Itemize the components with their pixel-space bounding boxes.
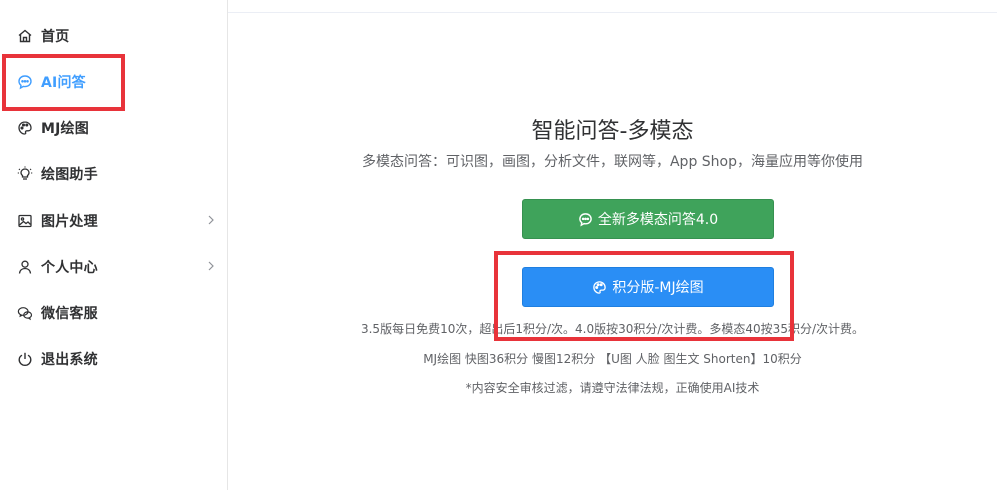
sidebar-item-ai-chat[interactable]: AI问答 xyxy=(0,59,228,105)
sidebar-item-logout[interactable]: 退出系统 xyxy=(0,336,228,382)
sidebar-item-personal-center[interactable]: 个人中心 xyxy=(0,244,228,290)
pricing-note: 3.5版每日免费10次，超出后1积分/次。4.0版按30积分/次计费。多模态40… xyxy=(360,322,864,336)
palette-icon xyxy=(17,120,33,136)
lightbulb-icon xyxy=(17,166,33,182)
sidebar: 首页 AI问答 MJ绘图 绘图助手 图片处理 个人中心 微信客服 退出系统 xyxy=(0,0,228,490)
sidebar-item-wechat-support[interactable]: 微信客服 xyxy=(0,290,228,336)
sidebar-item-label: AI问答 xyxy=(41,75,86,91)
multimodal-chat-button[interactable]: 全新多模态问答4.0 xyxy=(522,199,774,239)
mj-drawing-button[interactable]: 积分版-MJ绘图 xyxy=(522,267,774,307)
page-subtitle: 多模态问答：可识图，画图，分析文件，联网等，App Shop，海量应用等你使用 xyxy=(361,154,863,170)
multimodal-chat-button-label: 全新多模态问答4.0 xyxy=(597,212,719,228)
chat-icon xyxy=(578,212,593,227)
sidebar-item-label: 图片处理 xyxy=(41,214,98,230)
mj-drawing-button-label: 积分版-MJ绘图 xyxy=(612,280,704,296)
home-icon xyxy=(17,28,33,44)
sidebar-item-image-processing[interactable]: 图片处理 xyxy=(0,198,228,244)
palette-icon xyxy=(592,280,607,295)
sidebar-item-label: 个人中心 xyxy=(41,260,98,276)
image-icon xyxy=(17,213,33,229)
sidebar-item-home[interactable]: 首页 xyxy=(0,13,228,59)
sidebar-item-label: 微信客服 xyxy=(41,306,98,322)
sidebar-item-mj-drawing[interactable]: MJ绘图 xyxy=(0,105,228,151)
header-divider xyxy=(228,12,997,13)
mj-pricing-note: MJ绘图 快图36积分 慢图12积分 【U图 人脸 图生文 Shorten】10… xyxy=(423,352,802,366)
page-title: 智能问答-多模态 xyxy=(531,119,694,144)
user-icon xyxy=(17,259,33,275)
sidebar-item-label: MJ绘图 xyxy=(41,121,89,137)
sidebar-item-drawing-assistant[interactable]: 绘图助手 xyxy=(0,151,228,197)
wechat-icon xyxy=(17,305,33,321)
chat-icon xyxy=(17,74,33,90)
chevron-right-icon xyxy=(206,259,216,273)
sidebar-item-label: 首页 xyxy=(41,29,70,45)
disclaimer-note: *内容安全审核过滤，请遵守法律法规，正确使用AI技术 xyxy=(465,381,760,395)
power-icon xyxy=(17,351,33,367)
sidebar-item-label: 退出系统 xyxy=(41,352,98,368)
chevron-right-icon xyxy=(206,213,216,227)
sidebar-item-label: 绘图助手 xyxy=(41,167,98,183)
